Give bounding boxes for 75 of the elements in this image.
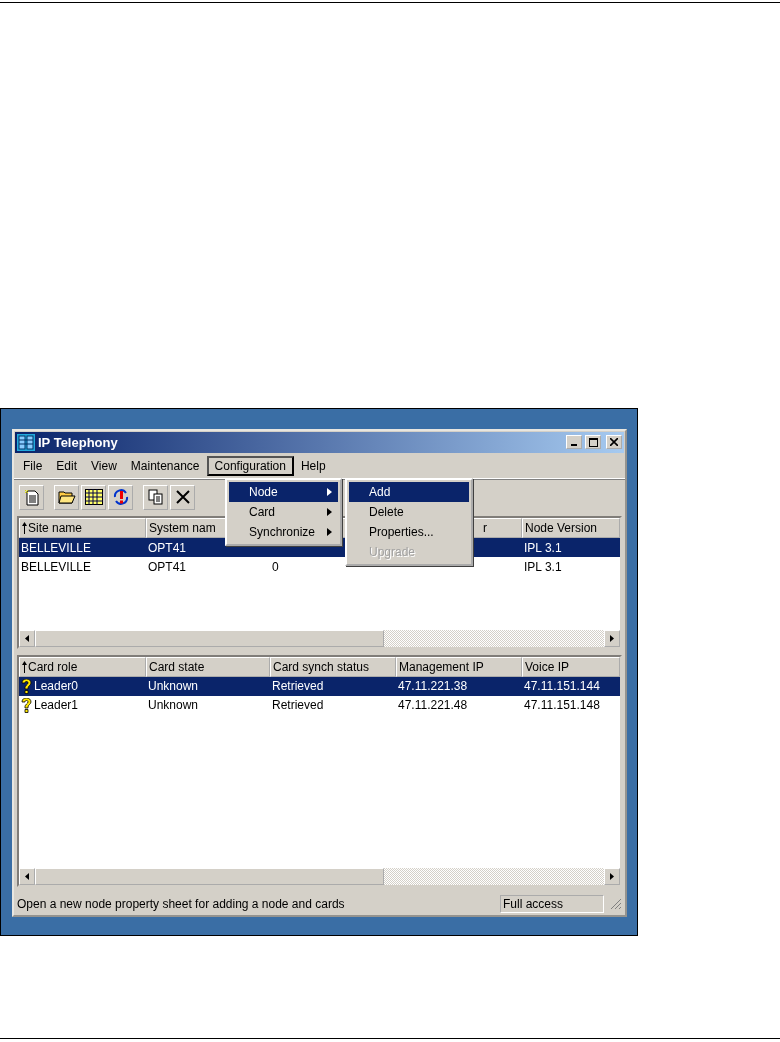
menu-item[interactable]: Configuration	[206, 455, 294, 476]
delete-button[interactable]	[170, 484, 195, 510]
table-cell-text: Unknown	[147, 698, 200, 713]
menu-item[interactable]: File	[16, 456, 50, 475]
column-header[interactable]: Card state	[146, 656, 270, 677]
table-cell-text: 47.11.221.38	[397, 679, 469, 694]
table-cell-text: OPT41	[147, 540, 187, 555]
maximize-icon	[588, 437, 598, 447]
resize-grip-icon[interactable]	[610, 898, 622, 910]
column-header-label: Management IP	[399, 659, 484, 674]
sync-alert-icon	[111, 488, 130, 507]
status-message: Open a new node property sheet for adding a node and cards	[17, 897, 346, 911]
scroll-thumb[interactable]	[35, 629, 384, 647]
open-button[interactable]	[54, 484, 79, 510]
close-button[interactable]	[606, 435, 622, 450]
folder-icon	[57, 490, 76, 505]
table-cell: Leader1	[19, 697, 146, 713]
grid-icon	[84, 489, 103, 506]
column-header[interactable]: Voice IP	[522, 656, 620, 677]
new-document-icon	[23, 488, 40, 506]
table-cell-text: 47.11.221.48	[397, 698, 469, 713]
horizontal-scrollbar[interactable]	[19, 868, 620, 885]
table-cell-text: IPL 3.1	[523, 559, 563, 574]
column-header-label: Voice IP	[525, 659, 570, 674]
table-cell-text: 47.11.151.144	[523, 679, 601, 694]
close-icon	[175, 490, 190, 505]
table-cell-text: IPL 3.1	[523, 540, 563, 555]
column-header[interactable]: Management IP	[396, 656, 522, 677]
sort-arrow-icon	[22, 660, 27, 673]
table-cell-text: 0	[271, 559, 280, 574]
column-header[interactable]: Card synch status	[270, 656, 396, 677]
minimize-button[interactable]	[566, 435, 582, 450]
copy-icon	[147, 489, 164, 506]
column-header[interactable]: Card role	[19, 656, 146, 677]
table-cell-text: Retrieved	[271, 698, 325, 713]
question-mark-icon	[21, 697, 32, 713]
card-list[interactable]: Card role Card state Card synch status Management IP Voice IP Leader0 Unknown Retrieved 47.11.221.38 47.11.151.144 Leader1 Unknown Retrieved 47.11.221.48 47.11.151.148	[17, 654, 622, 887]
table-cell-text: Retrieved	[271, 679, 325, 694]
submenu-item[interactable]: Add	[349, 482, 469, 502]
table-cell: Leader0	[19, 678, 146, 694]
window-title: IP Telephony	[38, 434, 119, 450]
column-header-label: Node Version	[525, 521, 598, 536]
scroll-left-icon[interactable]	[25, 634, 29, 642]
scroll-left-icon[interactable]	[25, 873, 29, 880]
copy-button[interactable]	[143, 484, 168, 510]
menu-item[interactable]: Help	[293, 456, 333, 475]
app-icon	[17, 433, 35, 451]
horizontal-scrollbar[interactable]	[19, 629, 620, 647]
table-cell-text: OPT41	[147, 559, 187, 574]
maximize-button[interactable]	[585, 435, 601, 450]
column-header-label: Card synch status	[273, 659, 370, 674]
column-header-label: Card role	[28, 659, 78, 674]
menu-item[interactable]: View	[84, 456, 124, 475]
question-mark-icon	[21, 678, 32, 694]
sort-arrow-icon	[22, 522, 27, 535]
synchronize-button[interactable]	[108, 484, 133, 510]
menu-item[interactable]: Maintenance	[123, 456, 207, 475]
scroll-right-icon[interactable]	[610, 873, 614, 880]
column-header[interactable]: Node Version	[522, 518, 620, 539]
menu-item[interactable]: Edit	[49, 456, 85, 475]
new-button[interactable]	[19, 484, 44, 510]
column-header-label: Site name	[28, 521, 83, 536]
column-header[interactable]: Site name	[19, 518, 146, 539]
close-icon	[610, 438, 618, 447]
grid-button[interactable]	[81, 484, 106, 510]
access-panel: Full access	[500, 895, 604, 913]
scroll-thumb[interactable]	[35, 868, 384, 885]
table-cell-text: BELLEVILLE	[20, 540, 93, 555]
table-cell-text: Unknown	[147, 679, 200, 694]
column-header-label: Card state	[149, 659, 205, 674]
table-cell-text: 47.11.151.148	[523, 698, 601, 713]
table-cell-text: BELLEVILLE	[20, 559, 93, 574]
scroll-right-icon[interactable]	[610, 634, 614, 642]
dropdown-menu-item[interactable]: Node	[229, 482, 338, 502]
column-header-label: System nam	[149, 521, 216, 536]
